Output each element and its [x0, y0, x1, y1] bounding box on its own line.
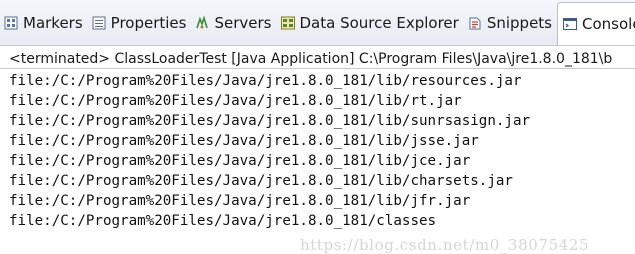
tab-data-source-explorer-label: Data Source Explorer [299, 13, 459, 32]
tab-console-label: Console [582, 15, 635, 33]
watermark: https://blog.csdn.net/m0_38075425 [300, 236, 590, 254]
console-line: file:/C:/Program%20Files/Java/jre1.8.0_1… [9, 173, 513, 189]
console-icon [562, 16, 578, 32]
console-line: file:/C:/Program%20Files/Java/jre1.8.0_1… [9, 73, 522, 89]
tab-properties-label: Properties [110, 13, 187, 32]
console-line: file:/C:/Program%20Files/Java/jre1.8.0_1… [9, 113, 531, 129]
tab-markers-label: Markers [23, 13, 83, 32]
tab-data-source-explorer[interactable]: Data Source Explorer [277, 8, 464, 38]
console-line: file:/C:/Program%20Files/Java/jre1.8.0_1… [9, 153, 471, 169]
snippets-icon [467, 15, 483, 31]
console-output[interactable]: file:/C:/Program%20Files/Java/jre1.8.0_1… [9, 71, 629, 231]
tab-markers[interactable]: Markers [0, 8, 88, 38]
tab-servers-label: Servers [214, 13, 272, 32]
console-line: file:/C:/Program%20Files/Java/jre1.8.0_1… [9, 93, 462, 109]
tab-console[interactable]: Console [557, 1, 635, 45]
tab-snippets[interactable]: Snippets [464, 8, 557, 38]
markers-icon [3, 15, 19, 31]
properties-icon [91, 15, 107, 31]
data-source-explorer-icon [280, 15, 296, 31]
tab-servers[interactable]: Servers [191, 8, 276, 38]
servers-icon [194, 14, 210, 31]
view-tab-bar: Markers Properties Servers Data Source E… [0, 0, 635, 46]
tab-properties[interactable]: Properties [88, 8, 192, 38]
console-header: <terminated> ClassLoaderTest [Java Appli… [0, 49, 635, 69]
console-line: file:/C:/Program%20Files/Java/jre1.8.0_1… [9, 213, 437, 229]
console-line: file:/C:/Program%20Files/Java/jre1.8.0_1… [9, 133, 479, 149]
tab-snippets-label: Snippets [486, 13, 552, 32]
console-line: file:/C:/Program%20Files/Java/jre1.8.0_1… [9, 193, 471, 209]
